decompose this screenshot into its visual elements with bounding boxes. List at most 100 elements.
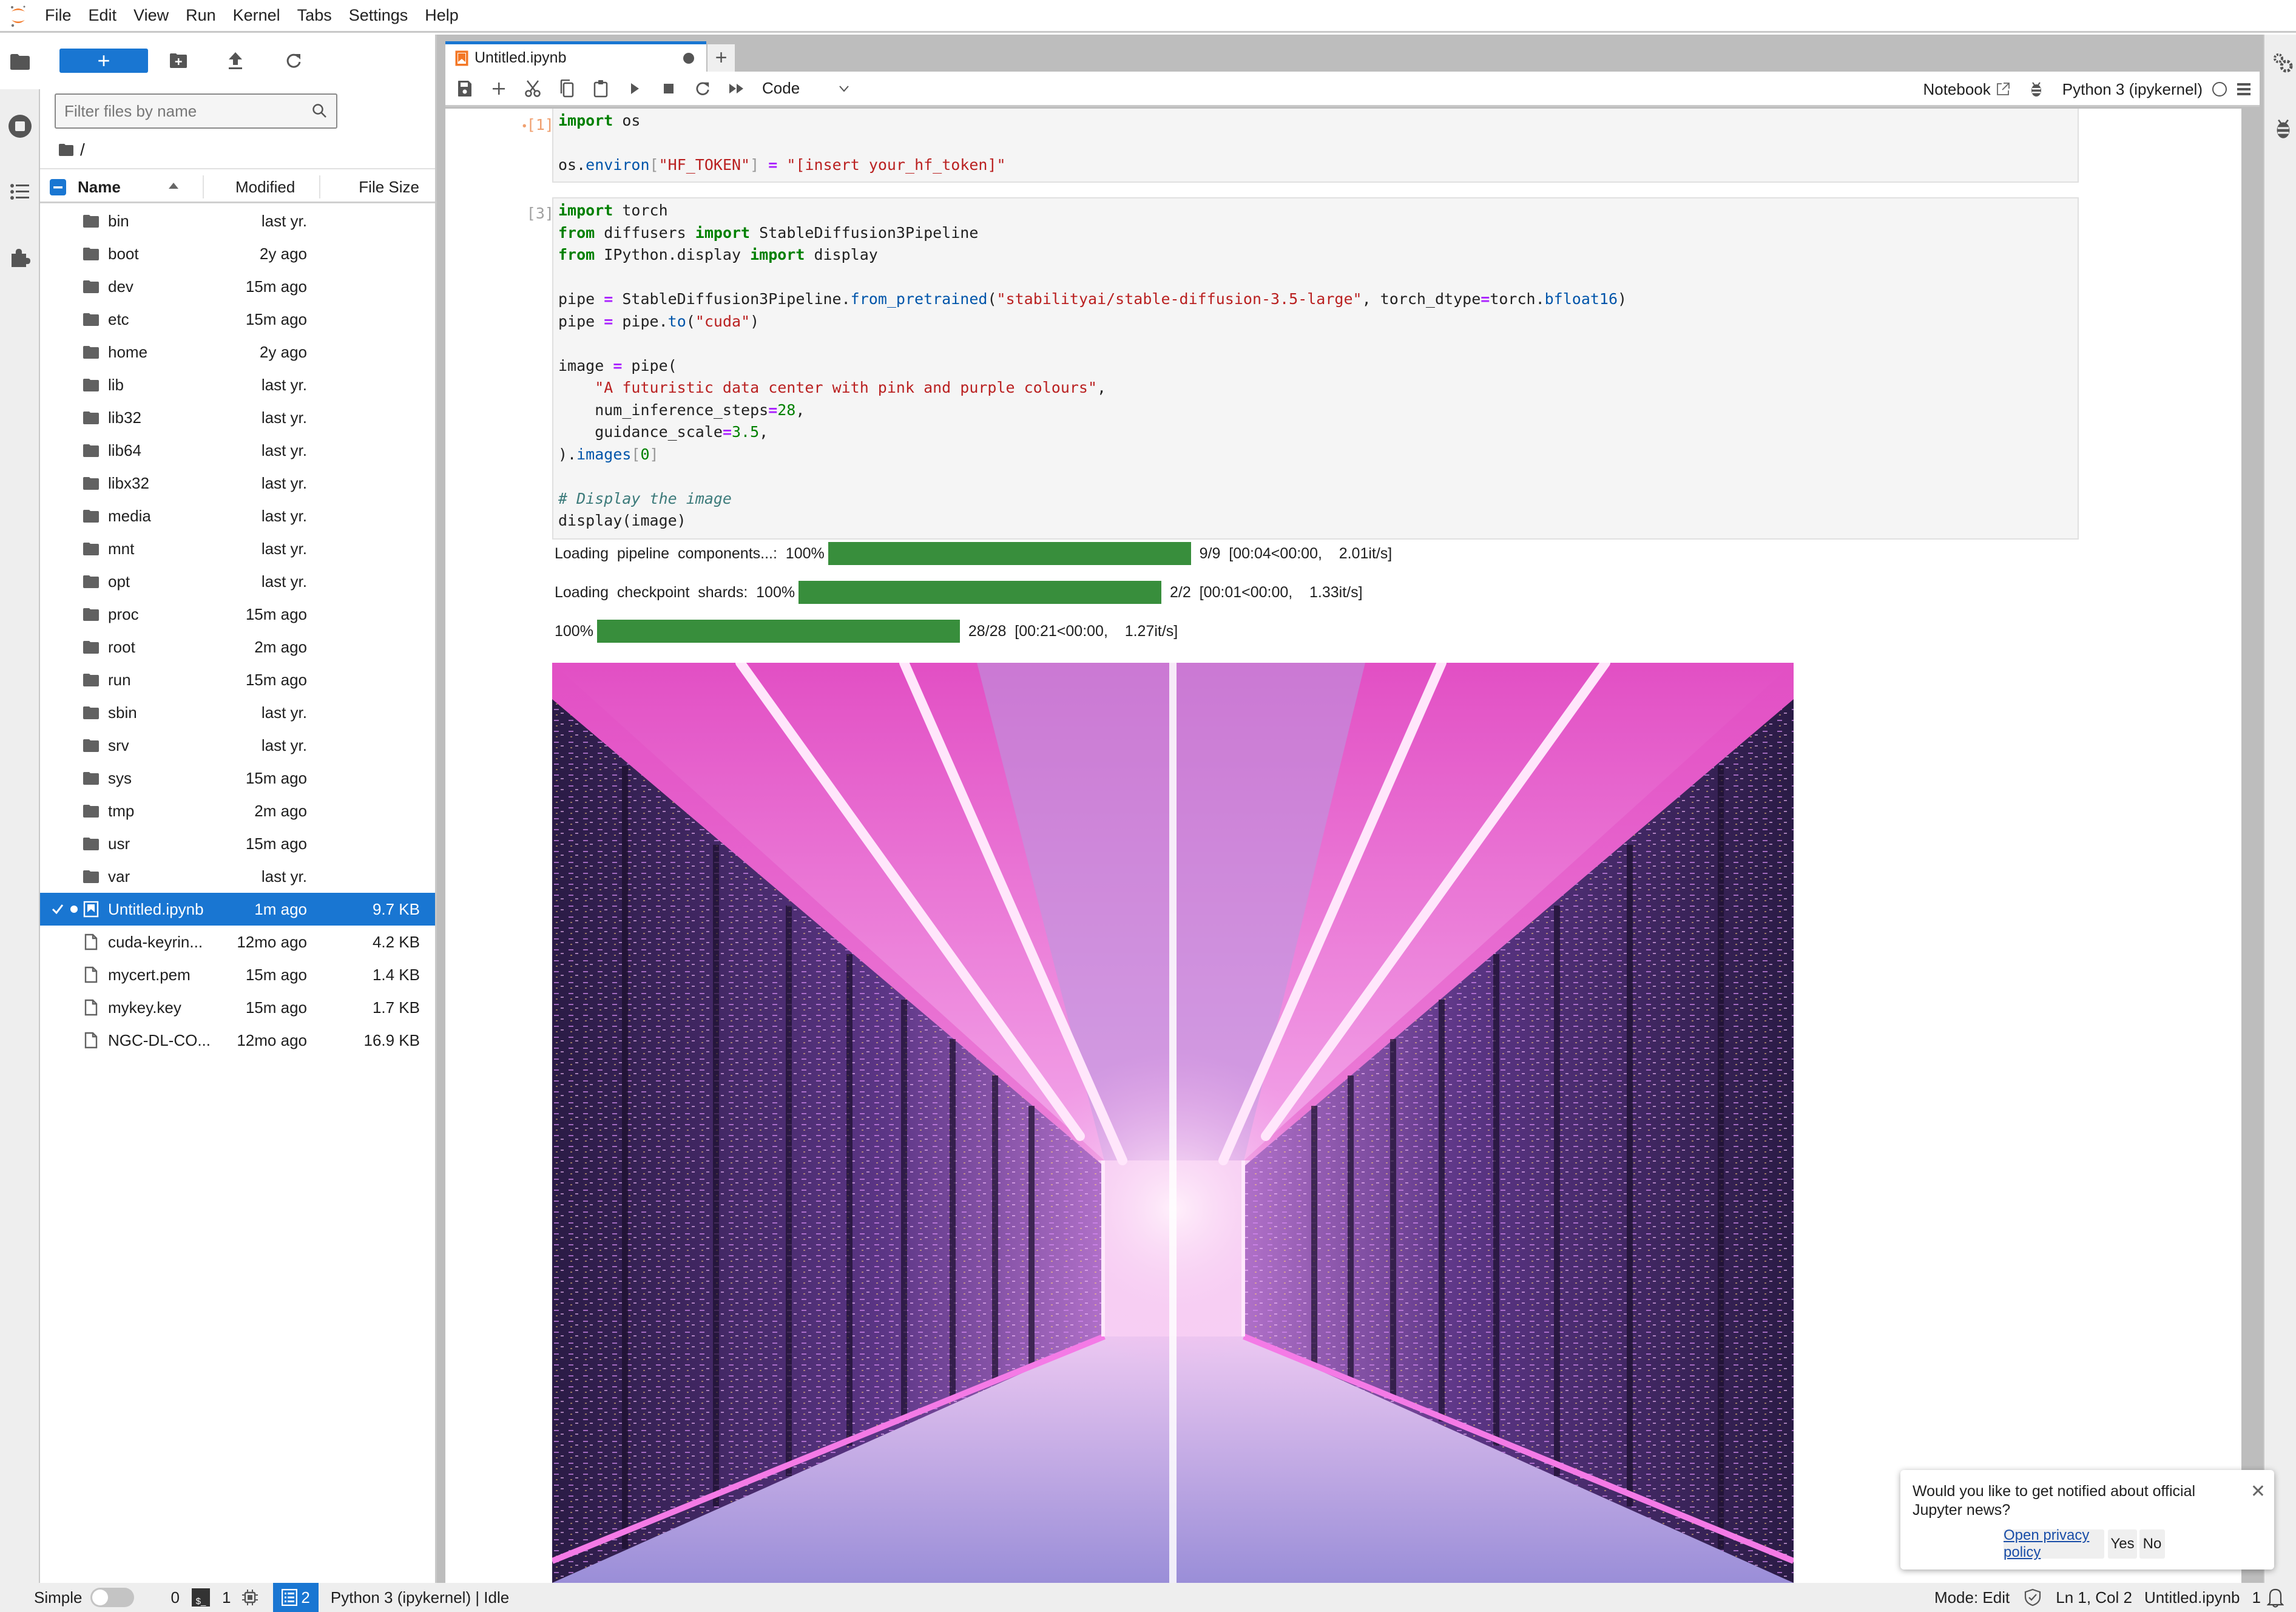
open-privacy-policy-link[interactable]: Open privacy policy xyxy=(2004,1527,2104,1560)
close-icon[interactable]: ✕ xyxy=(2250,1481,2266,1502)
menu-hamburger-icon[interactable] xyxy=(2237,82,2251,97)
cell-2-prompt: [3]: xyxy=(526,205,563,222)
menu-run[interactable]: Run xyxy=(177,6,225,25)
file-row-home[interactable]: home 2y ago xyxy=(40,336,435,368)
kernels-indicator[interactable]: 1 xyxy=(216,1583,265,1612)
file-row-etc[interactable]: etc 15m ago xyxy=(40,303,435,336)
active-notebooks-indicator[interactable]: 2 xyxy=(273,1583,319,1612)
cursor-position[interactable]: Ln 1, Col 2 xyxy=(2050,1583,2138,1612)
file-row-var[interactable]: var last yr. xyxy=(40,860,435,893)
simple-mode-toggle[interactable]: Simple xyxy=(0,1583,140,1612)
toggle-switch[interactable] xyxy=(90,1588,135,1607)
extensions-icon[interactable] xyxy=(6,243,34,271)
tab-untitled-notebook[interactable]: Untitled.ipynb xyxy=(445,41,706,72)
file-row-tmp[interactable]: tmp 2m ago xyxy=(40,794,435,827)
filter-files-input[interactable] xyxy=(64,101,312,121)
yes-button[interactable]: Yes xyxy=(2108,1529,2137,1559)
chevron-down-icon xyxy=(839,85,849,92)
run-cell-button[interactable] xyxy=(618,72,652,106)
file-row-mnt[interactable]: mnt last yr. xyxy=(40,532,435,565)
column-divider[interactable] xyxy=(319,175,320,198)
breadcrumb-root[interactable]: / xyxy=(80,140,85,160)
file-row-sbin[interactable]: sbin last yr. xyxy=(40,696,435,729)
notifications-button[interactable]: 1 xyxy=(2246,1583,2296,1612)
folder-icon[interactable] xyxy=(6,48,34,76)
file-row-cuda-keyrin[interactable]: cuda-keyrin... 12mo ago 4.2 KB xyxy=(40,926,435,958)
debugger-bug-icon[interactable] xyxy=(2274,118,2292,139)
file-row-mykey-key[interactable]: mykey.key 15m ago 1.7 KB xyxy=(40,991,435,1024)
menu-view[interactable]: View xyxy=(125,6,177,25)
new-tab-button[interactable]: + xyxy=(707,44,735,72)
code-token: import xyxy=(695,223,751,242)
file-row-mycert-pem[interactable]: mycert.pem 15m ago 1.4 KB xyxy=(40,958,435,991)
new-folder-button[interactable] xyxy=(166,49,191,73)
unsaved-dot-icon[interactable] xyxy=(683,53,694,64)
open-in-notebook-button[interactable]: Notebook xyxy=(1923,80,2010,99)
debugger-bug-icon[interactable] xyxy=(2030,81,2043,97)
file-row-libx32[interactable]: libx32 last yr. xyxy=(40,467,435,500)
file-row-root[interactable]: root 2m ago xyxy=(40,631,435,663)
no-button[interactable]: No xyxy=(2139,1529,2165,1559)
kernel-name-button[interactable]: Python 3 (ipykernel) xyxy=(2062,80,2203,99)
external-link-icon xyxy=(1996,83,2010,95)
copy-button[interactable] xyxy=(550,72,584,106)
upload-button[interactable] xyxy=(223,49,248,73)
menu-edit[interactable]: Edit xyxy=(80,6,126,25)
save-button[interactable] xyxy=(448,72,482,106)
menu-file[interactable]: File xyxy=(36,6,80,25)
file-row-ngc-dl-co[interactable]: NGC-DL-CO... 12mo ago 16.9 KB xyxy=(40,1024,435,1057)
restart-run-all-button[interactable] xyxy=(720,72,754,106)
new-launcher-button[interactable]: + xyxy=(59,48,148,73)
menu-help[interactable]: Help xyxy=(416,6,467,25)
file-row-boot[interactable]: boot 2y ago xyxy=(40,237,435,270)
file-row-media[interactable]: media last yr. xyxy=(40,500,435,532)
refresh-icon xyxy=(696,82,709,95)
file-row-bin[interactable]: bin last yr. xyxy=(40,205,435,237)
running-sessions-icon[interactable] xyxy=(6,112,34,140)
shield-check-icon[interactable] xyxy=(2024,1588,2041,1607)
property-inspector-gears-icon[interactable] xyxy=(2273,53,2294,73)
filter-files-field[interactable] xyxy=(55,93,337,129)
menu-settings[interactable]: Settings xyxy=(340,6,417,25)
file-row-dev[interactable]: dev 15m ago xyxy=(40,270,435,303)
file-row-proc[interactable]: proc 15m ago xyxy=(40,598,435,631)
select-all-checkbox[interactable] xyxy=(50,179,66,195)
file-row-usr[interactable]: usr 15m ago xyxy=(40,827,435,860)
size-column-header[interactable]: File Size xyxy=(359,169,419,205)
interrupt-kernel-button[interactable] xyxy=(652,72,686,106)
file-row-lib32[interactable]: lib32 last yr. xyxy=(40,401,435,434)
file-row-opt[interactable]: opt last yr. xyxy=(40,565,435,598)
code-token: , xyxy=(1097,379,1107,396)
file-row-srv[interactable]: srv last yr. xyxy=(40,729,435,762)
file-modified: 15m ago xyxy=(245,768,307,787)
menu-tabs[interactable]: Tabs xyxy=(289,6,340,25)
name-column-header[interactable]: Name xyxy=(78,169,121,205)
row-checkbox-checked[interactable] xyxy=(50,901,66,917)
code-token: [ xyxy=(649,156,659,174)
file-row-lib64[interactable]: lib64 last yr. xyxy=(40,434,435,467)
cell-1-code[interactable]: import os os.environ["HF_TOKEN"] = "[ins… xyxy=(558,110,1006,177)
folder-icon xyxy=(83,411,99,424)
table-of-contents-icon[interactable] xyxy=(6,178,34,206)
cell-1-input[interactable]: import os os.environ["HF_TOKEN"] = "[ins… xyxy=(552,109,2079,183)
paste-button[interactable] xyxy=(584,72,618,106)
cell-type-dropdown[interactable]: Code xyxy=(762,79,853,98)
insert-cell-button[interactable] xyxy=(482,72,516,106)
refresh-button[interactable] xyxy=(282,49,306,73)
terminals-indicator[interactable]: 0 $_ xyxy=(164,1583,215,1612)
file-row-lib[interactable]: lib last yr. xyxy=(40,368,435,401)
file-row-run[interactable]: run 15m ago xyxy=(40,663,435,696)
file-row-untitled-ipynb[interactable]: Untitled.ipynb 1m ago 9.7 KB xyxy=(40,893,435,926)
cut-button[interactable] xyxy=(516,72,550,106)
modified-column-header[interactable]: Modified xyxy=(235,169,295,205)
kernel-status[interactable]: Python 3 (ipykernel) | Idle xyxy=(325,1583,515,1612)
column-divider[interactable] xyxy=(203,175,204,198)
cell-2-code[interactable]: import torch from diffusers import Stable… xyxy=(558,200,1627,532)
progress-bar xyxy=(828,542,1191,565)
menu-kernel[interactable]: Kernel xyxy=(225,6,289,25)
right-sidebar-rail xyxy=(2263,35,2296,1583)
cell-2-input[interactable]: import torch from diffusers import Stable… xyxy=(552,197,2079,540)
folder-icon[interactable] xyxy=(58,143,74,157)
file-row-sys[interactable]: sys 15m ago xyxy=(40,762,435,794)
restart-kernel-button[interactable] xyxy=(686,72,720,106)
